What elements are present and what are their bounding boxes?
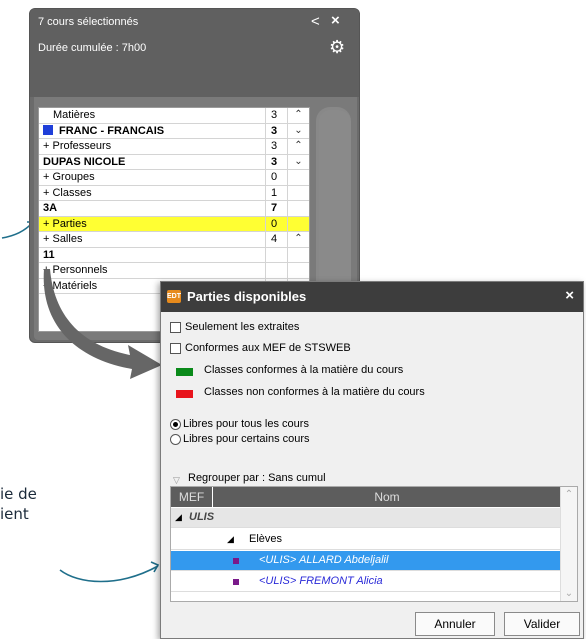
cancel-button[interactable]: Annuler [415,612,495,636]
gear-icon[interactable]: ⚙ [329,37,345,58]
resource-row[interactable]: FRANC - FRANCAIS 3 ⌄ [39,123,309,139]
group-by-label[interactable]: Regrouper par : Sans cumul [188,472,326,484]
resource-row-count: 3 [265,139,287,154]
legend-red-label: Classes non conformes à la matière du co… [204,386,425,398]
legend-red-swatch [176,390,193,398]
share-icon[interactable]: < [311,13,320,30]
list-item-selected[interactable]: <ULIS> ALLARD Abdeljalil [171,551,561,571]
empty-cell [287,247,309,262]
radio-libres-certains[interactable] [170,434,181,445]
column-header-nom[interactable]: Nom [213,487,561,507]
resource-row[interactable]: + Professeurs 3 ⌃ [39,139,309,155]
empty-cell [287,185,309,200]
radio-libres-certains-label: Libres pour certains cours [183,433,310,445]
resource-row-count: 1 [265,185,287,200]
empty-cell [287,170,309,185]
panel-header: 7 cours sélectionnés Durée cumulée : 7h0… [30,9,359,97]
resource-row-count: 3 [265,154,287,169]
close-icon[interactable]: × [331,12,340,29]
legend-green-swatch [176,368,193,376]
resource-row-count: 0 [265,216,287,231]
scroll-down-icon[interactable]: ⌄ [561,588,577,599]
group-by-toggle-icon[interactable]: ▽ [173,475,180,486]
grid-scrollbar[interactable]: ⌃ ⌄ [560,487,577,601]
list-item-label: <ULIS> ALLARD Abdeljalil [259,554,389,566]
item-marker-icon [233,558,239,564]
resource-row[interactable]: + Salles 4 ⌃ [39,232,309,248]
collapse-icon[interactable]: ◢ [175,512,182,523]
empty-cell [287,201,309,216]
panel-title: 7 cours sélectionnés [38,16,139,28]
app-logo-icon: EDT [167,290,181,303]
checkbox-conformes-mef[interactable] [170,343,181,354]
dialog-title: Parties disponibles [187,289,307,304]
empty-cell [287,216,309,231]
resource-row-label: Matières [53,109,96,122]
chevron-down-icon[interactable]: ⌄ [287,154,309,169]
radio-libres-tous-label: Libres pour tous les cours [183,418,309,430]
chevron-down-icon[interactable]: ⌄ [287,123,309,138]
scroll-up-icon[interactable]: ⌃ [561,489,577,500]
group-row-ulis[interactable]: ◢ ULIS [171,508,561,528]
annotation-arrow-bottom [59,561,160,583]
resource-row-label: + Parties [43,217,87,230]
checkbox-extraites-label: Seulement les extraites [185,321,300,333]
dialog-close-button[interactable]: × [565,287,574,304]
dialog-titlebar: EDT Parties disponibles × [161,282,583,312]
resource-row-count: 0 [265,170,287,185]
item-marker-icon [233,579,239,585]
resource-row-count [265,247,287,262]
subject-color-swatch [43,124,53,135]
panel-duration: Durée cumulée : 7h00 [38,42,147,54]
resource-row-label: + Classes [43,186,92,199]
radio-libres-tous[interactable] [170,419,181,430]
pointer-arrow [43,269,162,379]
column-header-mef[interactable]: MEF [171,487,212,507]
resource-row-count [265,263,287,278]
checkbox-extraites[interactable] [170,322,181,333]
collapse-icon[interactable]: ◢ [227,534,234,545]
legend-green-label: Classes conformes à la matière du cours [204,364,404,376]
resource-row-label: + Professeurs [43,140,112,153]
resource-row-label: + Salles [43,233,83,246]
ok-button[interactable]: Valider [504,612,580,636]
list-item[interactable]: <ULIS> FREMONT Alicia [171,572,561,592]
list-item-label: <ULIS> FREMONT Alicia [259,575,383,587]
resource-row[interactable]: + Parties 0 [39,216,309,232]
resource-row-label: DUPAS NICOLE [43,155,126,168]
parties-dialog: EDT Parties disponibles × Seulement les … [160,281,584,639]
resource-row[interactable]: + Groupes 0 [39,170,309,186]
resource-row-count: 4 [265,232,287,247]
resource-row[interactable]: DUPAS NICOLE 3 ⌄ [39,154,309,170]
subgroup-row-eleves[interactable]: ◢ Elèves [171,530,561,550]
group-row-label: ULIS [189,511,215,523]
resource-row[interactable]: + Classes 1 [39,185,309,201]
resource-row-label: 3A [43,202,58,215]
chevron-up-icon[interactable]: ⌃ [287,232,309,247]
resource-row-count: 3 [265,123,287,138]
chevron-up-icon[interactable]: ⌃ [287,139,309,154]
resource-row-count: 7 [265,201,287,216]
empty-cell [287,263,309,278]
resource-row-count: 3 [265,108,287,123]
annotation-line-1: ie de [0,485,37,503]
annotation-line-2: ient [0,505,29,523]
checkbox-conformes-mef-label: Conformes aux MEF de STSWEB [185,342,351,354]
resource-row[interactable]: 3A 7 [39,201,309,217]
resource-row[interactable]: Matières 3 ⌃ [39,108,309,124]
resource-row-label: FRANC - FRANCAIS [39,124,265,137]
subgroup-row-label: Elèves [249,533,283,545]
chevron-up-icon[interactable]: ⌃ [287,108,309,123]
parties-grid: MEF Nom ◢ ULIS ◢ Elèves <ULIS> ALLARD Ab… [170,486,578,602]
resource-row-label: + Groupes [43,171,95,184]
